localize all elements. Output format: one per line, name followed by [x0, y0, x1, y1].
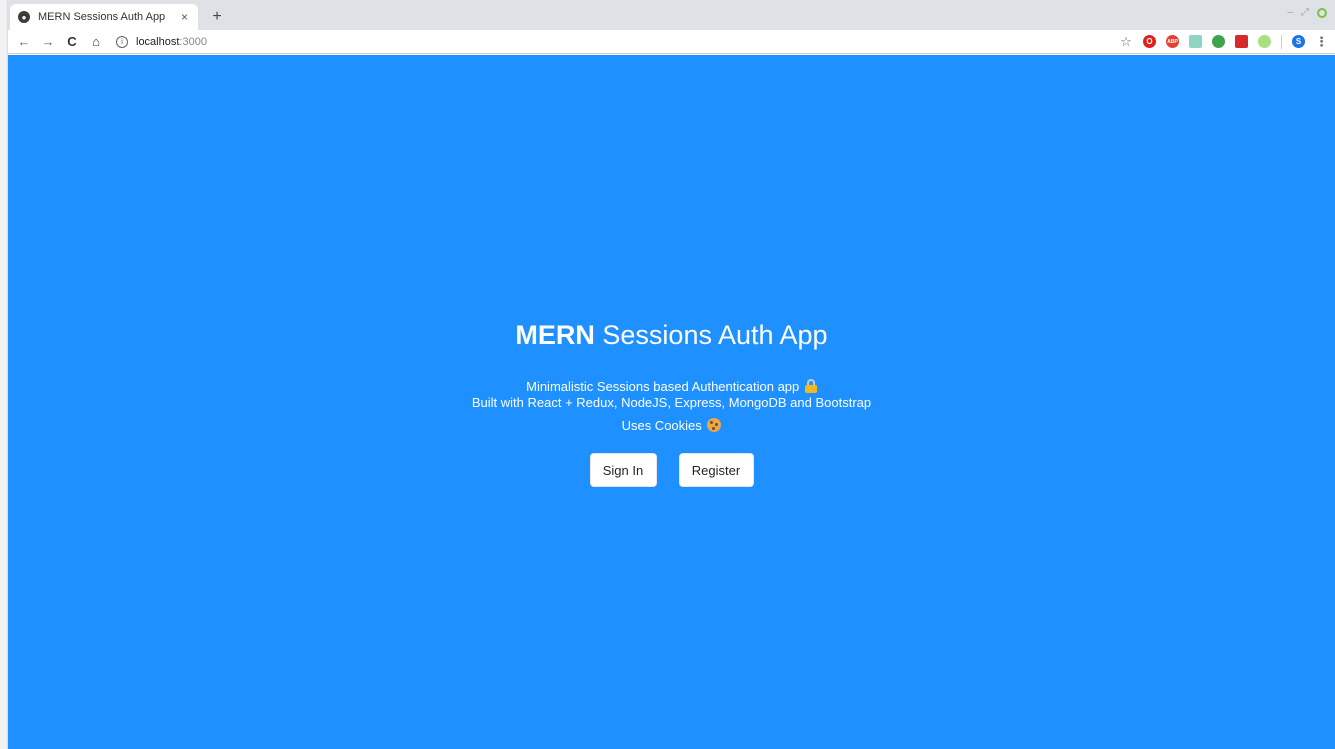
cookie-note: Uses Cookies: [8, 417, 1335, 435]
window-controls: – ⤢: [1287, 7, 1327, 18]
cookie-icon: [707, 418, 722, 432]
menu-icon[interactable]: ⋮: [1315, 34, 1328, 50]
screenshot-icon[interactable]: [1189, 35, 1202, 48]
lock-icon: [804, 379, 817, 393]
url-port: :3000: [179, 35, 207, 48]
tab-title: MERN Sessions Auth App: [38, 11, 166, 23]
browser-toolbar: ← → C ⌂ i localhost:3000 ☆ O ABP S ⋮: [8, 30, 1335, 54]
restore-icon[interactable]: ⤢: [1301, 7, 1309, 18]
globe-ext-icon[interactable]: [1212, 35, 1225, 48]
bookmark-star-icon[interactable]: ☆: [1119, 34, 1133, 50]
back-icon[interactable]: ←: [14, 32, 34, 52]
auth-buttons: Sign In Register: [8, 453, 1335, 487]
hero-description: Minimalistic Sessions based Authenticati…: [8, 379, 1335, 411]
title-bold: MERN: [515, 320, 595, 350]
desc-line-2: Built with React + Redux, NodeJS, Expres…: [471, 395, 872, 410]
reload-icon[interactable]: C: [62, 32, 82, 52]
info-icon[interactable]: i: [116, 35, 128, 48]
minimize-icon[interactable]: –: [1287, 7, 1293, 18]
tab-active[interactable]: ● MERN Sessions Auth App ×: [10, 4, 198, 30]
desc-line-1: Minimalistic Sessions based Authenticati…: [526, 379, 800, 394]
forward-icon[interactable]: →: [38, 32, 58, 52]
register-button[interactable]: Register: [678, 453, 754, 487]
hero: MERN Sessions Auth App Minimalistic Sess…: [8, 320, 1335, 487]
tab-close-icon[interactable]: ×: [179, 10, 190, 24]
sign-in-button[interactable]: Sign In: [589, 453, 657, 487]
title-rest: Sessions Auth App: [594, 320, 828, 350]
url-host: localhost: [136, 35, 180, 48]
new-tab-button[interactable]: +: [206, 6, 228, 28]
extensions-area: ☆ O ABP S ⋮: [1119, 34, 1328, 50]
window-left-edge: [0, 0, 8, 749]
opera-icon[interactable]: O: [1143, 35, 1156, 48]
toolbar-separator: [1281, 34, 1282, 49]
adblock-icon[interactable]: ABP: [1166, 35, 1179, 48]
page-title: MERN Sessions Auth App: [8, 320, 1335, 351]
tracker-icon[interactable]: [1235, 35, 1248, 48]
leaf-icon[interactable]: [1258, 35, 1271, 48]
maximize-icon[interactable]: [1317, 7, 1327, 18]
page-content: MERN Sessions Auth App Minimalistic Sess…: [8, 55, 1335, 749]
tab-bar: ● MERN Sessions Auth App × + – ⤢: [8, 0, 1335, 30]
globe-icon: ●: [18, 11, 30, 23]
home-icon[interactable]: ⌂: [86, 32, 106, 52]
cookie-text: Uses Cookies: [621, 418, 702, 433]
profile-avatar[interactable]: S: [1292, 35, 1305, 48]
address-bar[interactable]: i localhost:3000: [116, 35, 1119, 48]
